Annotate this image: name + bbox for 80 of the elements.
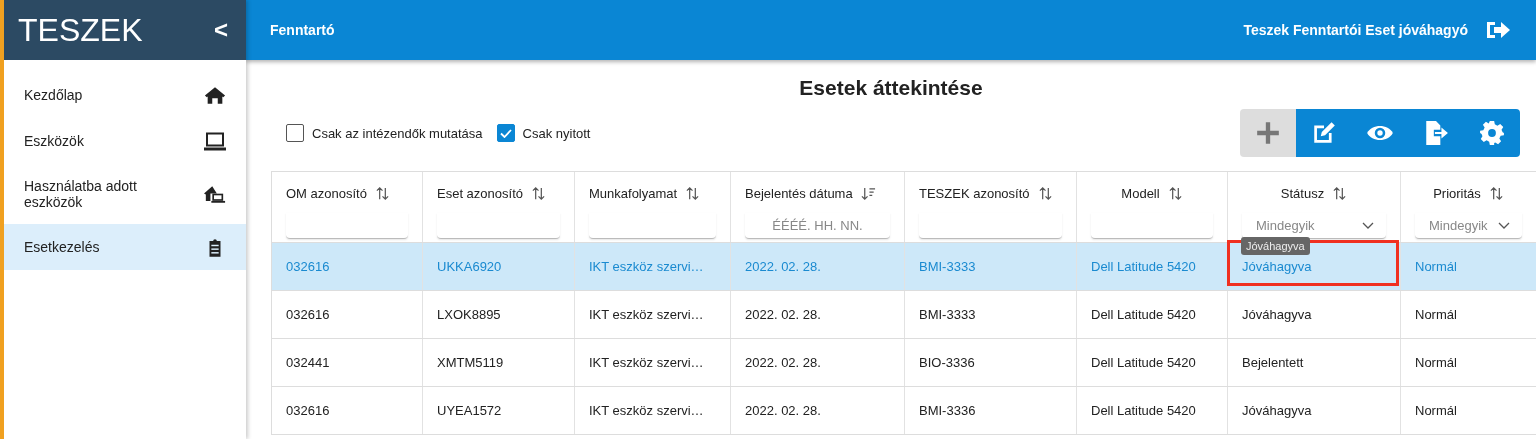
table-cell: BMI-3333 (919, 307, 976, 322)
table-cell: XMTM5119 (437, 355, 504, 370)
logout-icon[interactable] (1484, 19, 1512, 41)
column-header[interactable]: Státusz (1280, 185, 1325, 201)
checkmark-icon (499, 128, 512, 138)
column-header[interactable]: TESZEK azonosító (919, 185, 1030, 201)
collapse-button[interactable]: < (210, 16, 232, 44)
table-cell: IKT eszköz szervi… (589, 259, 704, 274)
table-row[interactable]: 032616 UYEA1572 IKT eszköz szervi… 2022. 02. 28. BMI-3336 Dell Latitude 5420 Jóváhagyva Normál (272, 386, 1536, 434)
checkbox[interactable] (496, 124, 515, 142)
section-title: Fenntartó (270, 22, 335, 38)
checkbox[interactable] (286, 124, 304, 142)
sort-icon[interactable] (685, 185, 701, 201)
table-cell: 032616 (286, 403, 330, 418)
table-cell: BMI-3333 (919, 259, 976, 274)
user-name: Teszek Fenntartói Eset jóváhagyó (1243, 22, 1468, 38)
table-cell: IKT eszköz szervi… (589, 355, 704, 370)
house-laptop-icon (204, 184, 226, 204)
sidebar-item[interactable]: Eszközök (4, 118, 246, 164)
sort-icon[interactable] (374, 185, 390, 201)
edit-icon (1311, 120, 1337, 146)
chevron-down-icon (1498, 221, 1510, 230)
sort-icon[interactable] (531, 185, 546, 201)
table-cell: BIO-3336 (919, 355, 975, 370)
table-cell: 2022. 02. 28. (745, 403, 821, 418)
column-header[interactable]: OM azonosító (286, 185, 367, 201)
filter-field[interactable]: ÉÉÉÉ. HH. NN. (745, 213, 890, 239)
laptop-icon (204, 131, 226, 151)
filter-dropdown[interactable]: Mindegyik (1415, 213, 1522, 239)
table-cell: Dell Latitude 5420 (1091, 403, 1196, 418)
checkbox-label: Csak az intézendők mutatása (312, 125, 483, 141)
table-cell: 2022. 02. 28. (745, 307, 821, 322)
table-cell: 032616 (286, 307, 330, 322)
table-cell: Jóváhagyva (1242, 259, 1312, 274)
table-cell: BMI-3336 (919, 403, 976, 418)
table-cell: Bejelentett (1242, 355, 1304, 370)
sidebar-item[interactable]: Esetkezelés (4, 224, 246, 270)
edit-button[interactable] (1296, 109, 1352, 157)
column-header[interactable]: Bejelentés dátuma (745, 185, 853, 201)
plus-icon (1255, 120, 1281, 146)
column-header[interactable]: Modell (1121, 185, 1160, 201)
table-cell: IKT eszköz szervi… (589, 307, 704, 322)
app-logo: TESZEK (18, 11, 143, 49)
table-cell: UYEA1572 (437, 403, 502, 418)
table-cell: LXOK8895 (437, 307, 501, 322)
sidebar-item[interactable]: Használatba adott eszközök (4, 164, 246, 224)
table-row[interactable]: 032616 LXOK8895 IKT eszköz szervi… 2022. 02. 28. BMI-3333 Dell Latitude 5420 Jóváhagyva Normál (272, 290, 1536, 338)
table-cell: Normál (1415, 307, 1457, 322)
table-cell: Dell Latitude 5420 (1091, 355, 1196, 370)
table-cell: Normál (1415, 403, 1457, 418)
column-header[interactable]: Munkafolyamat (589, 185, 678, 201)
column-header[interactable]: Prioritás (1433, 185, 1481, 201)
table-cell: 032616 (286, 259, 330, 274)
table-cell: Jóváhagyva (1242, 403, 1312, 418)
table-cell: Dell Latitude 5420 (1091, 259, 1196, 274)
table-cell: 032441 (286, 355, 330, 370)
tooltip: Jóváhagyva (1241, 237, 1310, 255)
export-icon (1423, 120, 1449, 146)
sort-icon[interactable] (1332, 185, 1348, 201)
table-cell: IKT eszköz szervi… (589, 403, 704, 418)
settings-icon (1479, 120, 1505, 146)
checkbox-label: Csak nyitott (522, 125, 591, 141)
sort-icon[interactable] (1037, 185, 1053, 201)
table-cell: Dell Latitude 5420 (1091, 307, 1196, 322)
sort-descending-icon[interactable] (860, 185, 876, 201)
table-cell: Normál (1415, 259, 1457, 274)
table-cell: Normál (1415, 355, 1457, 370)
table-cell: UKKA6920 (437, 259, 502, 274)
table-cell: Jóváhagyva (1242, 307, 1312, 322)
chevron-down-icon (1362, 221, 1374, 230)
column-header[interactable]: Eset azonosító (437, 185, 523, 201)
home-icon (204, 85, 226, 105)
settings-button[interactable] (1464, 109, 1520, 157)
sort-icon[interactable] (1488, 185, 1504, 201)
sidebar-item[interactable]: Kezdőlap (4, 72, 246, 118)
sort-icon[interactable] (1167, 185, 1183, 201)
page-title: Esetek áttekintése (798, 75, 984, 101)
table-row[interactable]: 032441 XMTM5119 IKT eszköz szervi… 2022. 02. 28. BIO-3336 Dell Latitude 5420 Bejelentett Normál (272, 338, 1536, 386)
table-cell: 2022. 02. 28. (745, 259, 821, 274)
table-cell: 2022. 02. 28. (745, 355, 821, 370)
